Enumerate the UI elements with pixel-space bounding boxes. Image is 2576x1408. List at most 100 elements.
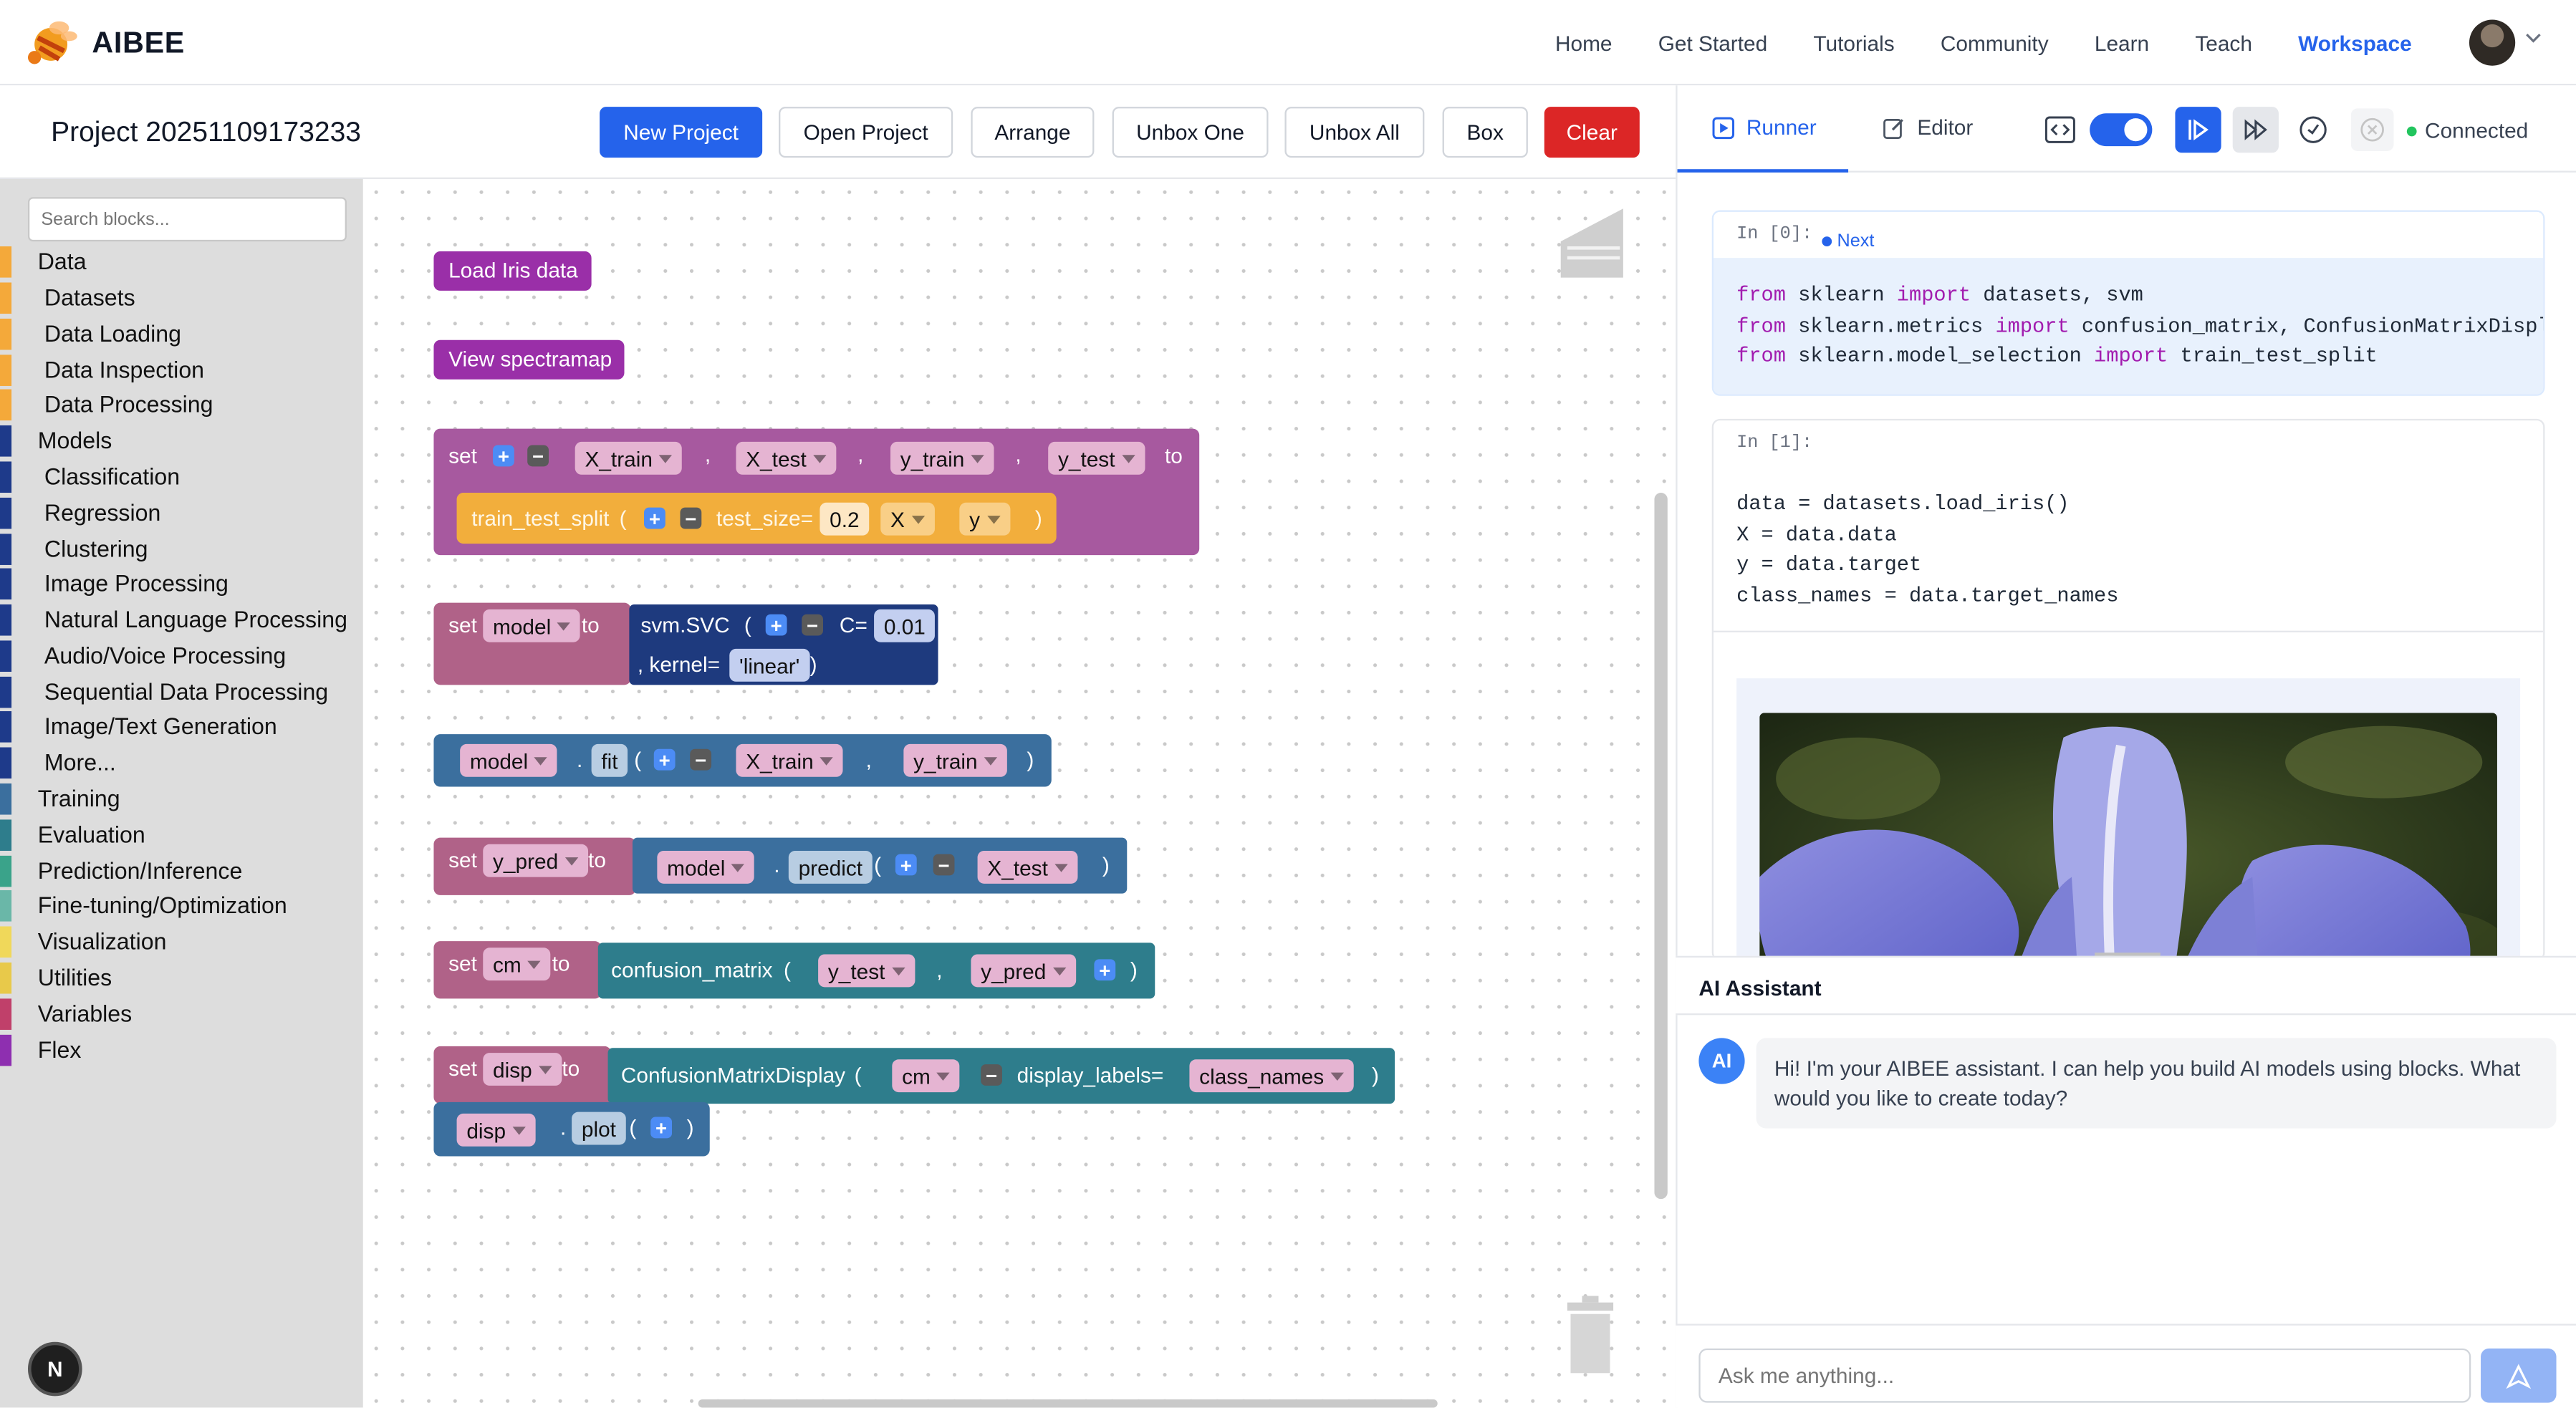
nav-link-community[interactable]: Community xyxy=(1941,30,2049,54)
minus-icon[interactable]: − xyxy=(680,507,702,529)
stop-button[interactable] xyxy=(2350,108,2394,151)
run-step-button[interactable] xyxy=(2175,107,2221,153)
cell-code-area[interactable]: data = datasets.load_iris() X = data.data… xyxy=(1714,466,2544,632)
category-utilities[interactable]: Utilities xyxy=(0,961,363,995)
model-predict-block[interactable]: model . predict ( + − X_test ) xyxy=(632,837,1128,894)
nav-link-tutorials[interactable]: Tutorials xyxy=(1813,30,1894,54)
chevron-down-icon[interactable] xyxy=(2525,29,2542,46)
category-image-text-generation[interactable]: Image/Text Generation xyxy=(0,710,363,744)
view-spectramap-block[interactable]: View spectramap xyxy=(433,339,625,380)
var-x-train[interactable]: X_train xyxy=(736,743,843,777)
set-y-pred-block[interactable]: set y_pred to xyxy=(433,837,636,895)
var-y-test[interactable]: y_test xyxy=(1048,441,1145,475)
n-badge[interactable]: N xyxy=(27,1341,82,1397)
nav-link-home[interactable]: Home xyxy=(1555,30,1613,54)
category-data-loading[interactable]: Data Loading xyxy=(0,317,363,352)
set-split-block[interactable]: set + − X_train , X_test , y_train , y_t… xyxy=(433,428,1200,556)
minus-icon[interactable]: − xyxy=(690,748,712,771)
category-evaluation[interactable]: Evaluation xyxy=(0,818,363,852)
category-variables[interactable]: Variables xyxy=(0,997,363,1031)
confusion-matrix-block[interactable]: confusion_matrix ( y_test , y_pred + ) xyxy=(597,942,1155,999)
category-datasets[interactable]: Datasets xyxy=(0,281,363,315)
check-button[interactable] xyxy=(2292,108,2335,151)
plus-icon[interactable]: + xyxy=(895,854,917,876)
predict-method[interactable]: predict xyxy=(788,850,873,884)
nav-link-get-started[interactable]: Get Started xyxy=(1658,30,1767,54)
var-x-train[interactable]: X_train xyxy=(575,441,683,475)
tab-editor[interactable]: Editor xyxy=(1883,115,1973,140)
new-project-button[interactable]: New Project xyxy=(600,107,763,158)
set-model-block[interactable]: set model to xyxy=(433,602,631,685)
var-x-test[interactable]: X_test xyxy=(736,441,837,475)
search-blocks-input[interactable] xyxy=(27,197,347,242)
category-training[interactable]: Training xyxy=(0,782,363,816)
center-view-icon[interactable] xyxy=(1557,206,1626,281)
brand[interactable]: AIBEE xyxy=(23,15,185,71)
ai-chat-input[interactable] xyxy=(1698,1348,2471,1403)
test-size-value[interactable]: 0.2 xyxy=(820,502,870,536)
category-classification[interactable]: Classification xyxy=(0,460,363,494)
var-y-pred[interactable]: y_pred xyxy=(971,954,1076,988)
plot-method[interactable]: plot xyxy=(572,1112,626,1145)
var-cm[interactable]: cm xyxy=(892,1059,961,1093)
plus-icon[interactable]: + xyxy=(650,1117,673,1139)
category-prediction-inference[interactable]: Prediction/Inference xyxy=(0,854,363,889)
category-fine-tuning-optimization[interactable]: Fine-tuning/Optimization xyxy=(0,889,363,923)
clear-button[interactable]: Clear xyxy=(1544,107,1640,158)
cell-code-area[interactable]: from sklearn import datasets, svm from sk… xyxy=(1714,258,2544,395)
var-model[interactable]: model xyxy=(483,609,581,642)
category-sequential-data-processing[interactable]: Sequential Data Processing xyxy=(0,675,363,710)
code-view-button[interactable] xyxy=(2039,108,2082,151)
open-project-button[interactable]: Open Project xyxy=(779,107,953,158)
notebook-cell-1[interactable]: In [1]: data = datasets.load_iris() X = d… xyxy=(1711,418,2545,961)
load-iris-block[interactable]: Load Iris data xyxy=(433,251,592,291)
category-natural-language-processing[interactable]: Natural Language Processing xyxy=(0,603,363,637)
unbox-all-button[interactable]: Unbox All xyxy=(1284,107,1425,158)
category-visualization[interactable]: Visualization xyxy=(0,925,363,959)
var-y[interactable]: y xyxy=(959,502,1010,536)
set-disp-block[interactable]: set disp to xyxy=(433,1046,612,1104)
var-disp[interactable]: disp xyxy=(483,1053,562,1086)
run-all-button[interactable] xyxy=(2232,107,2279,153)
minus-icon[interactable]: − xyxy=(527,445,549,467)
category-more[interactable]: More... xyxy=(0,746,363,780)
nav-link-learn[interactable]: Learn xyxy=(2095,30,2149,54)
arrange-button[interactable]: Arrange xyxy=(971,107,1095,158)
workspace-vertical-scrollbar[interactable] xyxy=(1654,493,1668,1200)
plus-icon[interactable]: + xyxy=(644,507,665,529)
notebook-cell-0[interactable]: In [0]: Next from sklearn import dataset… xyxy=(1711,210,2545,396)
minus-icon[interactable]: − xyxy=(802,614,823,636)
set-cm-block[interactable]: set cm to xyxy=(433,941,602,999)
category-audio-voice-processing[interactable]: Audio/Voice Processing xyxy=(0,639,363,673)
var-y-train[interactable]: y_train xyxy=(903,743,1007,777)
category-regression[interactable]: Regression xyxy=(0,496,363,531)
disp-plot-block[interactable]: disp . plot ( + ) xyxy=(433,1101,710,1157)
category-data[interactable]: Data xyxy=(0,245,363,279)
kernel-value[interactable]: 'linear' xyxy=(729,648,810,682)
var-x[interactable]: X xyxy=(880,502,935,536)
category-image-processing[interactable]: Image Processing xyxy=(0,566,363,601)
confusion-matrix-display-block[interactable]: ConfusionMatrixDisplay ( cm − display_la… xyxy=(607,1048,1395,1104)
send-button[interactable] xyxy=(2481,1348,2557,1403)
model-fit-block[interactable]: model . fit ( + − X_train , y_train ) xyxy=(433,734,1052,787)
svm-svc-block[interactable]: svm.SVC ( + − C= 0.01 , kernel= 'linear'… xyxy=(629,604,938,685)
category-models[interactable]: Models xyxy=(0,424,363,458)
block-workspace[interactable]: Load Iris data View spectramap set + − X… xyxy=(362,178,1676,1408)
plus-icon[interactable]: + xyxy=(653,748,676,771)
box-button[interactable]: Box xyxy=(1442,107,1528,158)
unbox-one-button[interactable]: Unbox One xyxy=(1112,107,1269,158)
minus-icon[interactable]: − xyxy=(933,854,955,876)
fit-method[interactable]: fit xyxy=(591,743,628,777)
var-y-pred[interactable]: y_pred xyxy=(483,844,588,877)
category-clustering[interactable]: Clustering xyxy=(0,532,363,566)
plus-icon[interactable]: + xyxy=(765,614,787,636)
workspace-horizontal-scrollbar[interactable] xyxy=(698,1399,1438,1408)
category-flex[interactable]: Flex xyxy=(0,1033,363,1068)
trash-icon[interactable] xyxy=(1557,1296,1623,1378)
nav-link-teach[interactable]: Teach xyxy=(2195,30,2252,54)
train-test-split-block[interactable]: train_test_split ( + − test_size= 0.2 X … xyxy=(456,493,1057,544)
category-data-inspection[interactable]: Data Inspection xyxy=(0,353,363,387)
var-cm[interactable]: cm xyxy=(483,947,552,981)
plus-icon[interactable]: + xyxy=(493,445,514,467)
var-y-test[interactable]: y_test xyxy=(818,954,915,988)
